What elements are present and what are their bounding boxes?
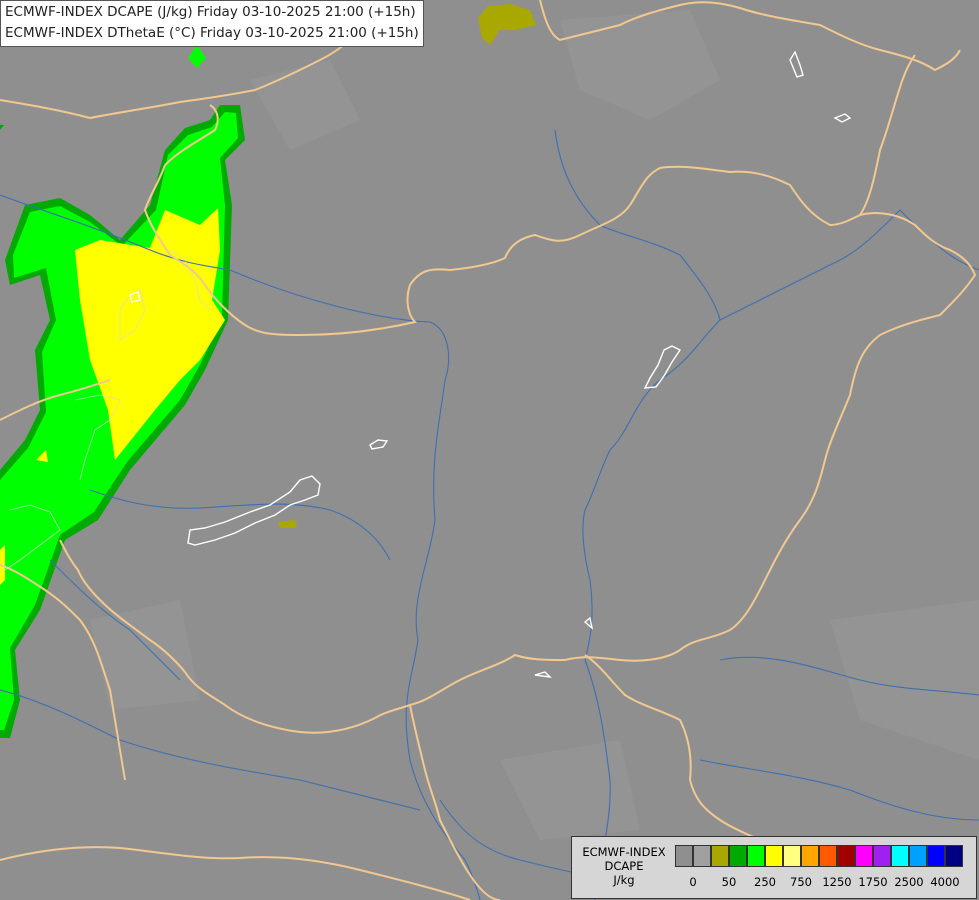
legend-swatch bbox=[675, 845, 693, 867]
legend-swatch bbox=[945, 845, 963, 867]
legend-swatch bbox=[855, 845, 873, 867]
legend-swatches bbox=[675, 845, 963, 867]
legend-tick-label: 1250 bbox=[822, 875, 852, 889]
legend-tick-label: 50 bbox=[721, 875, 737, 889]
map-title-box: ECMWF-INDEX DCAPE (J/kg) Friday 03-10-20… bbox=[0, 0, 424, 47]
legend-swatch bbox=[873, 845, 891, 867]
legend-swatch bbox=[909, 845, 927, 867]
legend-swatch bbox=[891, 845, 909, 867]
legend-tick-label: 250 bbox=[754, 875, 776, 889]
legend-tick-label: 2500 bbox=[894, 875, 924, 889]
legend-swatch bbox=[747, 845, 765, 867]
legend-swatch bbox=[801, 845, 819, 867]
legend-title-line-2: DCAPE bbox=[604, 859, 644, 873]
legend-title-line-1: ECMWF-INDEX bbox=[582, 845, 666, 859]
legend-swatch bbox=[711, 845, 729, 867]
legend-swatch bbox=[819, 845, 837, 867]
map-canvas bbox=[0, 0, 979, 900]
legend-title-line-3: J/kg bbox=[613, 873, 635, 887]
legend-ticks: 0 50 250 750 1250 1750 2500 4000 bbox=[675, 875, 975, 891]
legend-tick-label: 750 bbox=[790, 875, 812, 889]
legend-swatch bbox=[765, 845, 783, 867]
legend-tick-label: 4000 bbox=[930, 875, 960, 889]
legend-swatch bbox=[927, 845, 945, 867]
legend-tick-label: 1750 bbox=[858, 875, 888, 889]
title-line-dthetae: ECMWF-INDEX DThetaE (°C) Friday 03-10-20… bbox=[5, 25, 419, 41]
title-line-dcape: ECMWF-INDEX DCAPE (J/kg) Friday 03-10-20… bbox=[5, 4, 416, 20]
legend-swatch bbox=[693, 845, 711, 867]
legend-title: ECMWF-INDEX DCAPE J/kg bbox=[576, 845, 672, 887]
legend-swatch bbox=[729, 845, 747, 867]
color-legend: ECMWF-INDEX DCAPE J/kg 0 50 250 750 1250 1750… bbox=[571, 836, 977, 899]
legend-swatch bbox=[783, 845, 801, 867]
legend-tick-label: 0 bbox=[689, 875, 697, 889]
legend-swatch bbox=[837, 845, 855, 867]
